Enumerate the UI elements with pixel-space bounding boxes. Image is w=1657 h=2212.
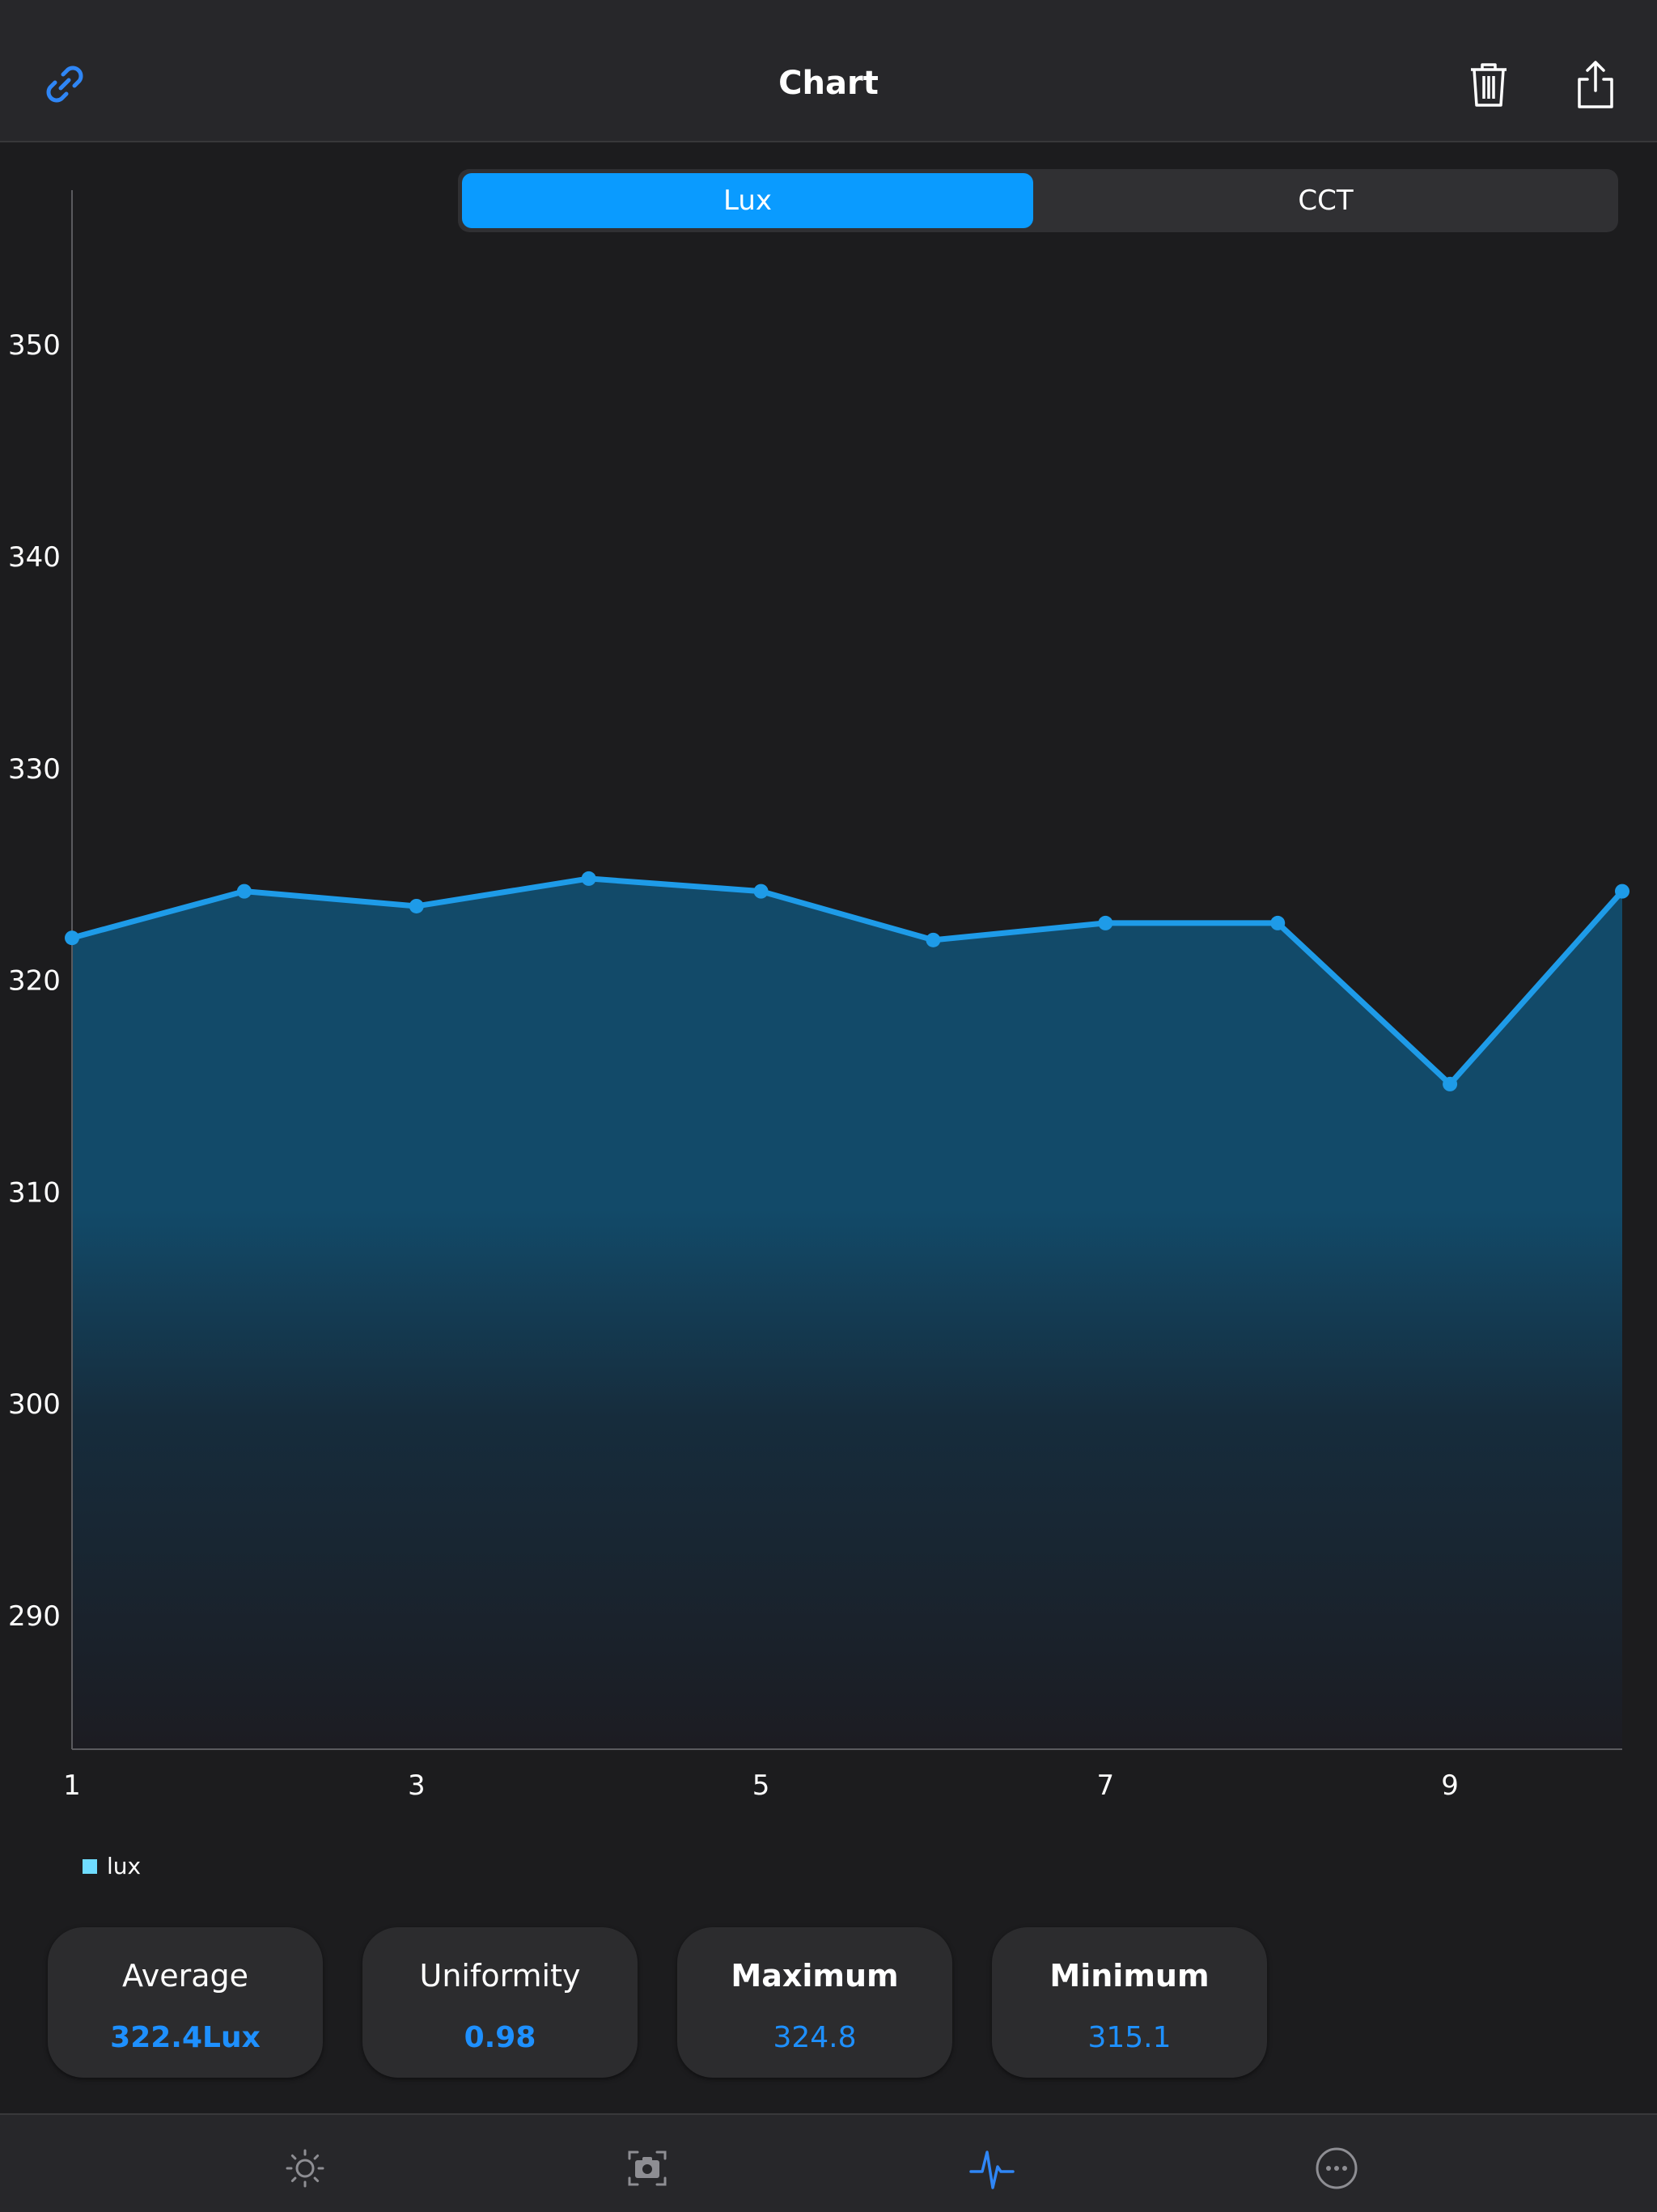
stat-label-average: Average <box>121 1958 249 1994</box>
data-point-9 <box>1443 1076 1458 1091</box>
data-point-3 <box>409 898 424 913</box>
trash-icon[interactable] <box>1463 58 1515 110</box>
y-tick-label-310: 310 <box>8 1176 61 1209</box>
legend-swatch <box>83 1858 97 1874</box>
stat-card-minimum: Minimum 315.1 <box>992 1927 1267 2078</box>
data-point-7 <box>1098 915 1113 930</box>
data-point-6 <box>926 932 941 947</box>
stat-card-maximum: Maximum 324.8 <box>677 1927 952 2078</box>
pulse-icon[interactable] <box>968 2144 1016 2193</box>
data-point-10 <box>1615 884 1629 899</box>
stat-value-average: 322.4Lux <box>110 2021 261 2054</box>
lux-line-chart: 290 300 310 320 330 340 350 1 3 5 7 9 <box>8 190 1629 1802</box>
stat-label-minimum: Minimum <box>1049 1958 1210 1994</box>
x-tick-label-3: 3 <box>408 1769 426 1802</box>
stat-card-average: Average 322.4Lux <box>48 1927 323 2078</box>
y-tick-label-350: 350 <box>8 329 61 362</box>
sun-icon[interactable] <box>281 2144 329 2193</box>
stat-value-uniformity: 0.98 <box>464 2021 536 2054</box>
tab-bar <box>0 2113 1657 2212</box>
x-tick-label-9: 9 <box>1441 1769 1459 1802</box>
more-icon[interactable] <box>1312 2144 1361 2193</box>
data-point-4 <box>581 871 596 886</box>
x-tick-label-5: 5 <box>752 1769 770 1802</box>
data-point-8 <box>1270 915 1286 930</box>
stat-card-uniformity: Uniformity 0.98 <box>362 1927 638 2078</box>
data-point-5 <box>753 884 769 899</box>
share-icon[interactable] <box>1570 58 1621 110</box>
chart-legend: lux <box>83 1853 141 1879</box>
legend-label: lux <box>107 1853 142 1879</box>
x-tick-label-1: 1 <box>63 1769 81 1802</box>
data-point-2 <box>236 884 252 899</box>
navigation-bar: Chart <box>0 0 1657 142</box>
stat-label-uniformity: Uniformity <box>419 1958 581 1994</box>
page-title: Chart <box>778 65 879 102</box>
y-tick-label-300: 300 <box>8 1388 61 1421</box>
stat-value-maximum: 324.8 <box>773 2021 857 2054</box>
stat-label-maximum: Maximum <box>731 1958 899 1994</box>
stat-value-minimum: 315.1 <box>1087 2021 1172 2054</box>
x-tick-label-7: 7 <box>1097 1769 1115 1802</box>
y-tick-label-330: 330 <box>8 753 61 786</box>
data-point-1 <box>65 930 79 946</box>
y-tick-label-290: 290 <box>8 1600 61 1633</box>
y-tick-label-340: 340 <box>8 541 61 574</box>
y-tick-label-320: 320 <box>8 965 61 998</box>
series-area <box>72 878 1622 1749</box>
camera-icon[interactable] <box>623 2144 672 2193</box>
